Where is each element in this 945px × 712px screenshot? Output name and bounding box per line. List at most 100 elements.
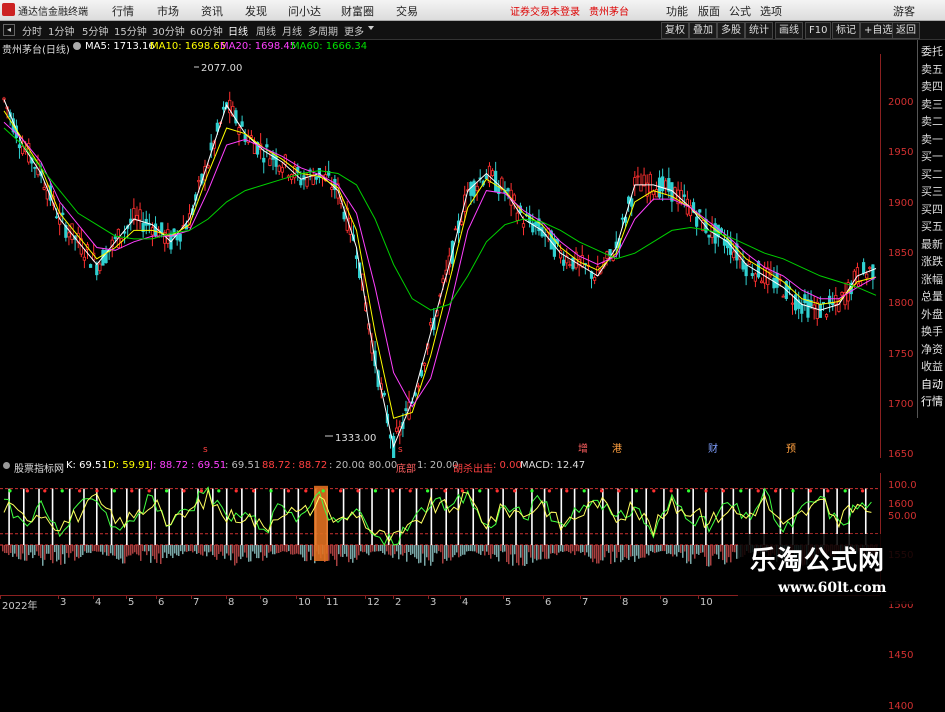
signal-marker xyxy=(269,489,273,493)
button-add-watchlist[interactable]: +自选 xyxy=(860,22,897,39)
x-tick-mark xyxy=(393,595,394,599)
tab-timeshare[interactable]: 分时 xyxy=(22,23,42,38)
macd-bar xyxy=(386,545,388,552)
macd-bar xyxy=(22,545,24,554)
side-panel-item[interactable]: 卖三 xyxy=(918,97,945,112)
side-panel-item[interactable]: 买二 xyxy=(918,167,945,182)
menu-item-functions[interactable]: 功能 xyxy=(666,3,688,19)
side-panel-item[interactable]: 涨幅 xyxy=(918,272,945,287)
tab-30min[interactable]: 30分钟 xyxy=(152,23,185,38)
tab-multi-period[interactable]: 多周期 xyxy=(308,23,338,38)
event-marker-finance[interactable]: 财 xyxy=(708,442,718,455)
side-panel-item[interactable]: 买五 xyxy=(918,219,945,234)
menu-item-options[interactable]: 选项 xyxy=(760,3,782,19)
indicator-menu-icon[interactable] xyxy=(3,462,10,469)
button-overlay[interactable]: 叠加 xyxy=(689,22,717,39)
macd-bar xyxy=(214,545,216,557)
price-chart[interactable]: 2077.00 1333.00 增 港 财 预 s s xyxy=(0,54,886,458)
side-panel-item[interactable]: 总量 xyxy=(918,289,945,304)
candle xyxy=(732,251,736,259)
more-dropdown-icon[interactable] xyxy=(368,26,374,30)
button-multi-stock[interactable]: 多股 xyxy=(717,22,745,39)
candle xyxy=(82,256,86,261)
macd-bar xyxy=(118,545,120,560)
tab-monthly[interactable]: 月线 xyxy=(282,23,302,38)
side-panel-item[interactable]: 自动 xyxy=(918,377,945,392)
side-panel-item[interactable]: 卖四 xyxy=(918,79,945,94)
menu-item-exchange[interactable]: 市场 xyxy=(157,3,179,19)
macd-bar xyxy=(462,545,464,555)
macd-bar xyxy=(294,545,296,555)
tab-weekly[interactable]: 周线 xyxy=(256,23,276,38)
event-marker-forecast[interactable]: 预 xyxy=(786,443,796,455)
menu-item-market[interactable]: 行情 xyxy=(112,3,134,19)
candle xyxy=(237,127,241,135)
macd-bar xyxy=(372,545,374,552)
candle xyxy=(138,209,142,221)
indicator-v5: : 20.00 xyxy=(329,460,365,471)
menu-item-ask[interactable]: 问小达 xyxy=(288,3,321,19)
macd-bar xyxy=(330,545,332,554)
side-panel-item[interactable]: 净资 xyxy=(918,342,945,357)
menu-item-formula[interactable]: 公式 xyxy=(729,3,751,19)
macd-bar xyxy=(474,545,476,552)
macd-bar xyxy=(300,545,302,555)
trade-login-warning[interactable]: 证券交易未登录 xyxy=(510,3,580,18)
button-mark[interactable]: 标记 xyxy=(832,22,860,39)
button-draw-line[interactable]: 画线 xyxy=(775,22,803,39)
macd-bar xyxy=(702,545,704,553)
tab-more[interactable]: 更多 xyxy=(344,23,364,38)
event-marker-s[interactable]: s xyxy=(398,445,403,455)
macd-bar xyxy=(162,545,164,559)
event-marker-hk[interactable]: 港 xyxy=(612,443,622,455)
button-statistics[interactable]: 统计 xyxy=(745,22,773,39)
menu-item-trade[interactable]: 交易 xyxy=(396,3,418,19)
signal-marker xyxy=(826,489,830,493)
macd-bar xyxy=(678,545,680,553)
menu-item-news[interactable]: 资讯 xyxy=(201,3,223,19)
macd-bar xyxy=(272,545,274,555)
macd-bar xyxy=(672,545,674,557)
side-panel-item[interactable]: 换手 xyxy=(918,324,945,339)
macd-bar xyxy=(112,545,114,556)
ma60-value: MA60: 1666.34 xyxy=(291,41,368,52)
side-panel-item[interactable]: 行情 xyxy=(918,394,945,409)
side-panel-item[interactable]: 收益 xyxy=(918,359,945,374)
side-panel-item[interactable]: 最新 xyxy=(918,237,945,252)
toolbar-back-icon[interactable]: ◂ xyxy=(3,24,15,36)
tab-60min[interactable]: 60分钟 xyxy=(190,23,223,38)
tab-1min[interactable]: 1分钟 xyxy=(48,23,74,38)
side-panel-item[interactable]: 卖一 xyxy=(918,132,945,147)
side-panel-item[interactable]: 卖五 xyxy=(918,62,945,77)
side-panel-item[interactable]: 涨跌 xyxy=(918,254,945,269)
indicator-v6: : 80.00 xyxy=(362,460,398,471)
side-panel-item[interactable]: 外盘 xyxy=(918,307,945,322)
macd-bar xyxy=(706,545,708,567)
tab-daily[interactable]: 日线 xyxy=(228,23,248,38)
button-adjust[interactable]: 复权 xyxy=(661,22,689,39)
menu-item-layout[interactable]: 版面 xyxy=(698,3,720,19)
button-return[interactable]: 返回 xyxy=(892,22,920,39)
side-panel-item[interactable]: 买四 xyxy=(918,202,945,217)
side-panel-item[interactable]: 委托 xyxy=(918,44,945,59)
low-price-label: 1333.00 xyxy=(335,433,376,444)
menu-item-wealth[interactable]: 财富圈 xyxy=(341,3,374,19)
settings-dot-icon[interactable] xyxy=(73,42,81,50)
guest-label[interactable]: 游客 xyxy=(893,3,915,19)
menu-item-discover[interactable]: 发现 xyxy=(245,3,267,19)
macd-bar xyxy=(156,545,158,563)
side-panel-item[interactable]: 卖二 xyxy=(918,114,945,129)
macd-bar xyxy=(416,545,418,559)
macd-bar xyxy=(532,545,534,563)
signal-marker xyxy=(530,489,534,493)
side-panel-item[interactable]: 买一 xyxy=(918,149,945,164)
button-f10[interactable]: F10 xyxy=(805,22,832,39)
tab-15min[interactable]: 15分钟 xyxy=(114,23,147,38)
candle xyxy=(654,189,659,198)
tab-5min[interactable]: 5分钟 xyxy=(82,23,108,38)
candle xyxy=(33,166,37,169)
side-panel-item[interactable]: 买三 xyxy=(918,184,945,199)
candle xyxy=(806,299,810,318)
event-marker-s[interactable]: s xyxy=(203,445,208,455)
event-marker-add[interactable]: 增 xyxy=(578,442,588,455)
